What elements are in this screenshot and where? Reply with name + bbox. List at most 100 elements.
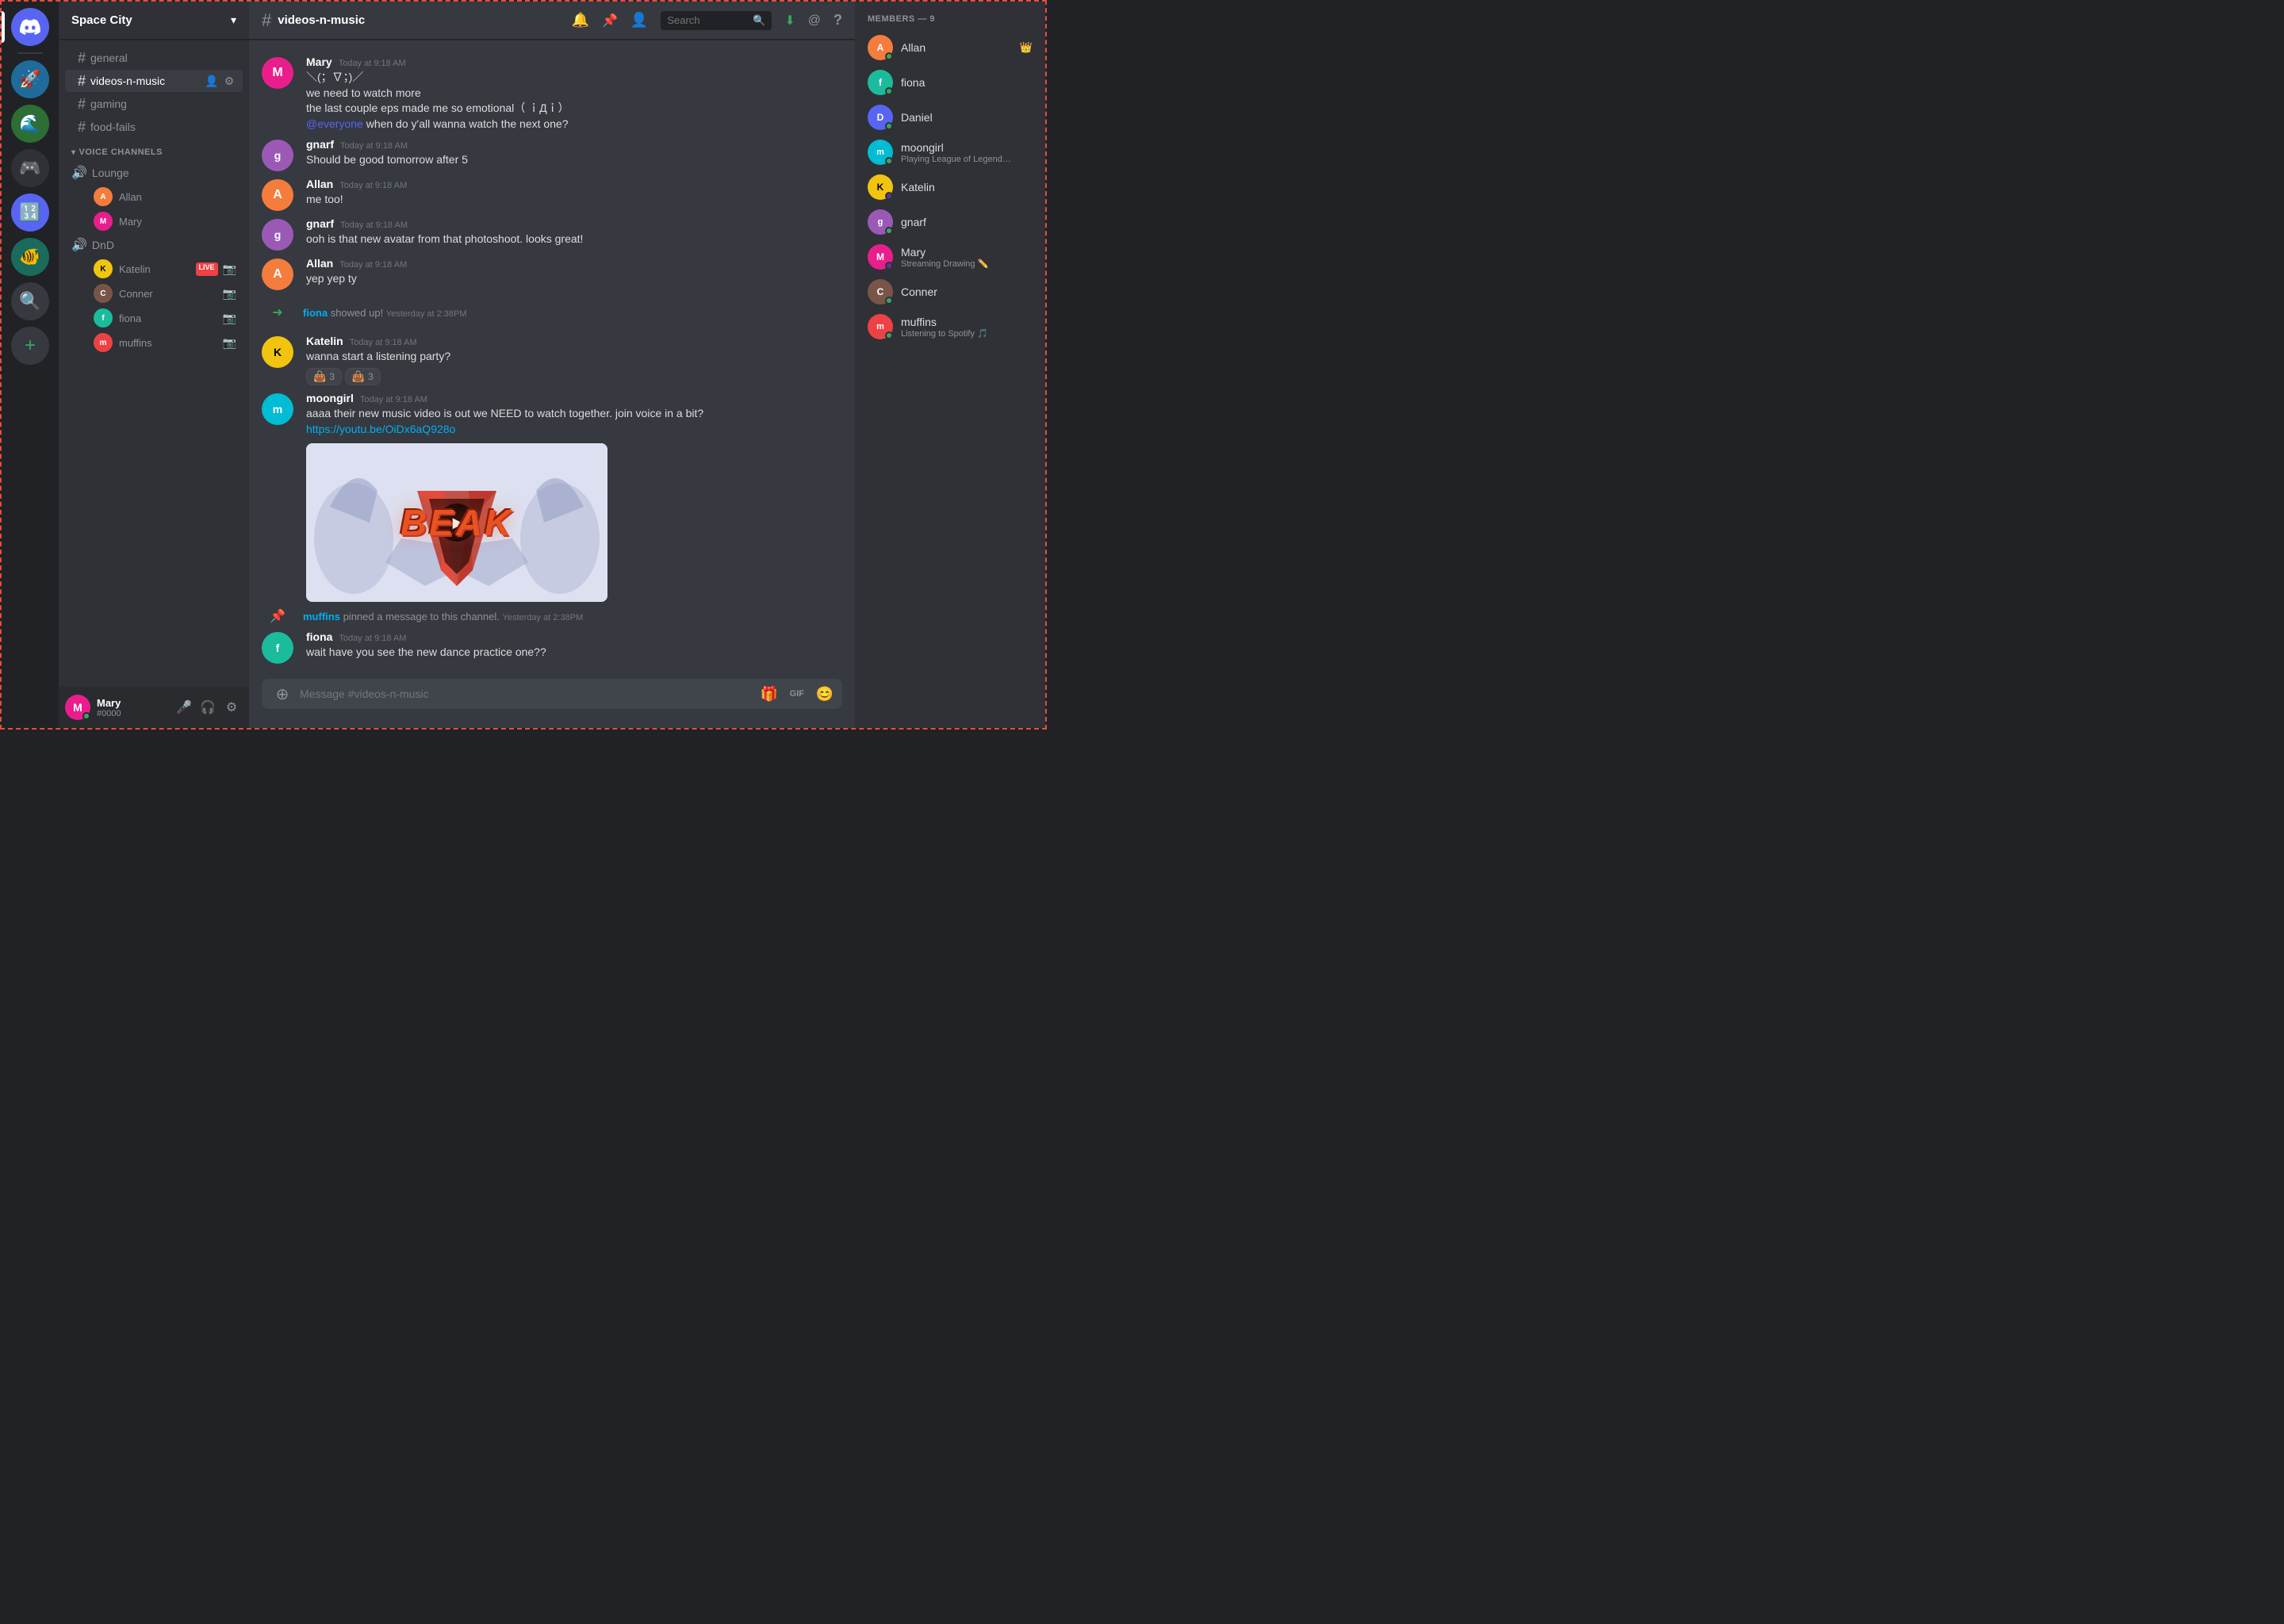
server-icon-num[interactable]: 🔢 (11, 193, 49, 232)
video-embed[interactable]: BEAK (306, 443, 607, 602)
system-message-join: ➜ fiona showed up! Yesterday at 2:38PM (249, 293, 855, 331)
messages-container: M Mary Today at 9:18 AM ＼(；∇；)／ we need … (249, 40, 855, 679)
search-input[interactable] (667, 14, 748, 26)
voice-user-katelin[interactable]: K Katelin LIVE 📷 (65, 257, 243, 281)
message-time: Today at 9:18 AM (339, 181, 407, 190)
member-item-gnarf[interactable]: g gnarf (861, 205, 1039, 239)
message-author: Allan (306, 178, 333, 190)
message-input[interactable] (300, 679, 755, 709)
member-item-allan[interactable]: A Allan 👑 (861, 30, 1039, 65)
mention-icon[interactable]: @ (808, 13, 821, 28)
member-status: Listening to Spotify 🎵 (901, 328, 1012, 339)
message-content: Katelin Today at 9:18 AM wanna start a l… (306, 335, 842, 385)
voice-user-mary[interactable]: M Mary (65, 209, 243, 233)
voice-section-header[interactable]: ▾ VOICE CHANNELS (65, 144, 243, 160)
message-time: Today at 9:18 AM (360, 395, 427, 404)
help-icon[interactable]: ? (834, 12, 842, 29)
system-time: Yesterday at 2:38PM (386, 309, 467, 319)
search-bar[interactable]: 🔍 (661, 11, 772, 30)
voice-user-allan[interactable]: A Allan (65, 185, 243, 209)
server-icon-boat[interactable]: 🚀 (11, 60, 49, 98)
reaction-emoji: 👜 (313, 370, 326, 383)
reaction-1[interactable]: 👜 3 (306, 368, 342, 385)
gift-icon[interactable]: 🎁 (758, 683, 780, 705)
message-group: A Allan Today at 9:18 AM me too! (249, 174, 855, 214)
server-icon-wave[interactable]: 🌊 (11, 105, 49, 143)
sidebar-item-food-fails[interactable]: # food-fails (65, 116, 243, 138)
hash-icon: # (78, 51, 86, 65)
member-item-muffins[interactable]: m muffins Listening to Spotify 🎵 (861, 309, 1039, 344)
avatar: m (262, 393, 293, 425)
reaction-count: 3 (329, 371, 335, 382)
settings-button[interactable]: ⚙ (220, 696, 243, 718)
camera-icon: 📷 (223, 336, 236, 350)
message-text: me too! (306, 192, 842, 208)
message-header: Allan Today at 9:18 AM (306, 178, 842, 190)
voice-channel-lounge[interactable]: 🔊 Lounge (65, 162, 243, 184)
member-item-conner[interactable]: C Conner (861, 274, 1039, 309)
message-text: ＼(；∇；)／ we need to watch more the last c… (306, 70, 842, 132)
sidebar-item-general[interactable]: # general (65, 47, 243, 69)
settings-icon[interactable]: ⚙ (222, 74, 236, 88)
reaction-2[interactable]: 👜 3 (345, 368, 381, 385)
voice-channel-name-dnd: DnD (92, 239, 114, 251)
server-icon-game[interactable]: 🎮 (11, 149, 49, 187)
system-user-muffins: muffins (303, 611, 340, 622)
server-name: Space City (71, 13, 132, 27)
member-item-katelin[interactable]: K Katelin (861, 170, 1039, 205)
voice-user-fiona[interactable]: f fiona 📷 (65, 306, 243, 330)
bell-icon[interactable]: 🔔 (572, 12, 589, 29)
gif-button[interactable]: GIF (787, 688, 807, 700)
add-server-button[interactable]: + (11, 327, 49, 365)
emoji-icon[interactable]: 😊 (814, 683, 836, 705)
member-item-daniel[interactable]: D Daniel (861, 100, 1039, 135)
system-message-pin: 📌 muffins pinned a message to this chann… (249, 605, 855, 627)
message-time: Today at 9:18 AM (340, 141, 408, 151)
add-member-icon[interactable]: 👤 (205, 74, 219, 88)
message-text: wanna start a listening party? (306, 349, 842, 365)
message-time: Today at 9:18 AM (339, 634, 406, 643)
member-avatar: m (868, 314, 893, 339)
members-icon[interactable]: 👤 (630, 12, 648, 29)
member-avatar: f (868, 70, 893, 95)
header-actions: 🔔 📌 👤 🔍 ⬇ @ ? (572, 11, 842, 30)
member-item-mary[interactable]: M Mary Streaming Drawing ✏️ (861, 239, 1039, 274)
member-status: Playing League of Legends 🎮 (901, 154, 1012, 164)
live-badge-wrap: LIVE 📷 (196, 262, 236, 276)
system-time: Yesterday at 2:38PM (503, 613, 584, 622)
reactions: 👜 3 👜 3 (306, 368, 842, 385)
member-info: muffins Listening to Spotify 🎵 (901, 316, 1033, 339)
voice-user-conner[interactable]: C Conner 📷 (65, 282, 243, 305)
message-header: gnarf Today at 9:18 AM (306, 217, 842, 230)
avatar: M (94, 212, 113, 231)
add-file-button[interactable]: ⊕ (268, 680, 297, 708)
reaction-emoji: 👜 (352, 370, 365, 383)
message-text: wait have you see the new dance practice… (306, 645, 842, 661)
member-item-moongirl[interactable]: m moongirl Playing League of Legends 🎮 (861, 135, 1039, 170)
voice-user-muffins[interactable]: m muffins 📷 (65, 331, 243, 354)
discord-home-button[interactable] (11, 8, 49, 46)
member-avatar: C (868, 279, 893, 304)
download-icon[interactable]: ⬇ (784, 13, 795, 29)
message-group: f fiona Today at 9:18 AM wait have you s… (249, 627, 855, 667)
status-dot (885, 157, 893, 165)
server-header[interactable]: Space City ▾ (59, 2, 249, 40)
member-info: Mary Streaming Drawing ✏️ (901, 246, 1033, 269)
pin-icon[interactable]: 📌 (602, 13, 618, 29)
member-item-fiona[interactable]: f fiona (861, 65, 1039, 100)
mute-button[interactable]: 🎤 (173, 696, 195, 718)
server-icon-fish[interactable]: 🐠 (11, 238, 49, 276)
message-header: Katelin Today at 9:18 AM (306, 335, 842, 347)
voice-user-name-muffins: muffins (119, 337, 152, 349)
message-header: moongirl Today at 9:18 AM (306, 392, 842, 404)
sidebar-item-videos-n-music[interactable]: # videos-n-music 👤 ⚙ (65, 70, 243, 92)
voice-user-name-conner: Conner (119, 288, 153, 300)
server-icon-search[interactable]: 🔍 (11, 282, 49, 320)
sidebar-item-gaming[interactable]: # gaming (65, 93, 243, 115)
avatar: M (262, 57, 293, 89)
deafen-button[interactable]: 🎧 (197, 696, 219, 718)
voice-channel-dnd[interactable]: 🔊 DnD (65, 234, 243, 256)
member-info: gnarf (901, 216, 1033, 228)
video-link[interactable]: https://youtu.be/OiDx6aQ928o (306, 423, 455, 435)
status-dot (885, 262, 893, 270)
